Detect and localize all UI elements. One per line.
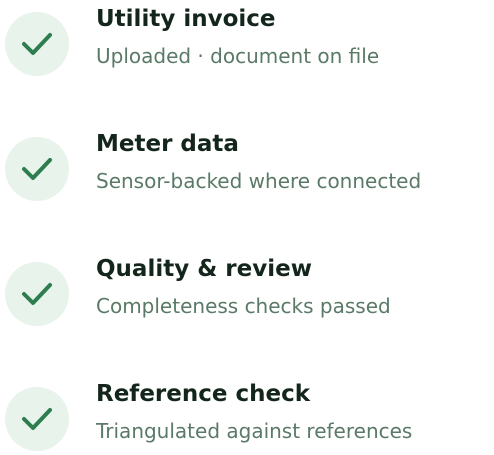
verification-checklist: Utility invoice Uploaded · document on f… [0, 0, 494, 451]
item-title: Meter data [96, 131, 239, 157]
item-description: Sensor-backed where connected [96, 169, 422, 193]
check-icon [22, 283, 52, 305]
checklist-item-utility-invoice: Utility invoice Uploaded · document on f… [0, 0, 494, 80]
check-badge [5, 12, 69, 76]
item-title: Reference check [96, 381, 311, 407]
check-badge [5, 262, 69, 326]
item-description: Triangulated against references [96, 419, 413, 443]
check-icon [22, 408, 52, 430]
item-description: Uploaded · document on file [96, 44, 380, 68]
check-badge [5, 387, 69, 451]
check-badge [5, 137, 69, 201]
check-icon [22, 158, 52, 180]
checklist-item-quality-review: Quality & review Completeness checks pas… [0, 250, 494, 330]
check-icon [22, 33, 52, 55]
item-description: Completeness checks passed [96, 294, 391, 318]
item-title: Quality & review [96, 256, 312, 282]
item-title: Utility invoice [96, 6, 276, 32]
checklist-item-meter-data: Meter data Sensor-backed where connected [0, 125, 494, 205]
checklist-item-reference-check: Reference check Triangulated against ref… [0, 375, 494, 455]
